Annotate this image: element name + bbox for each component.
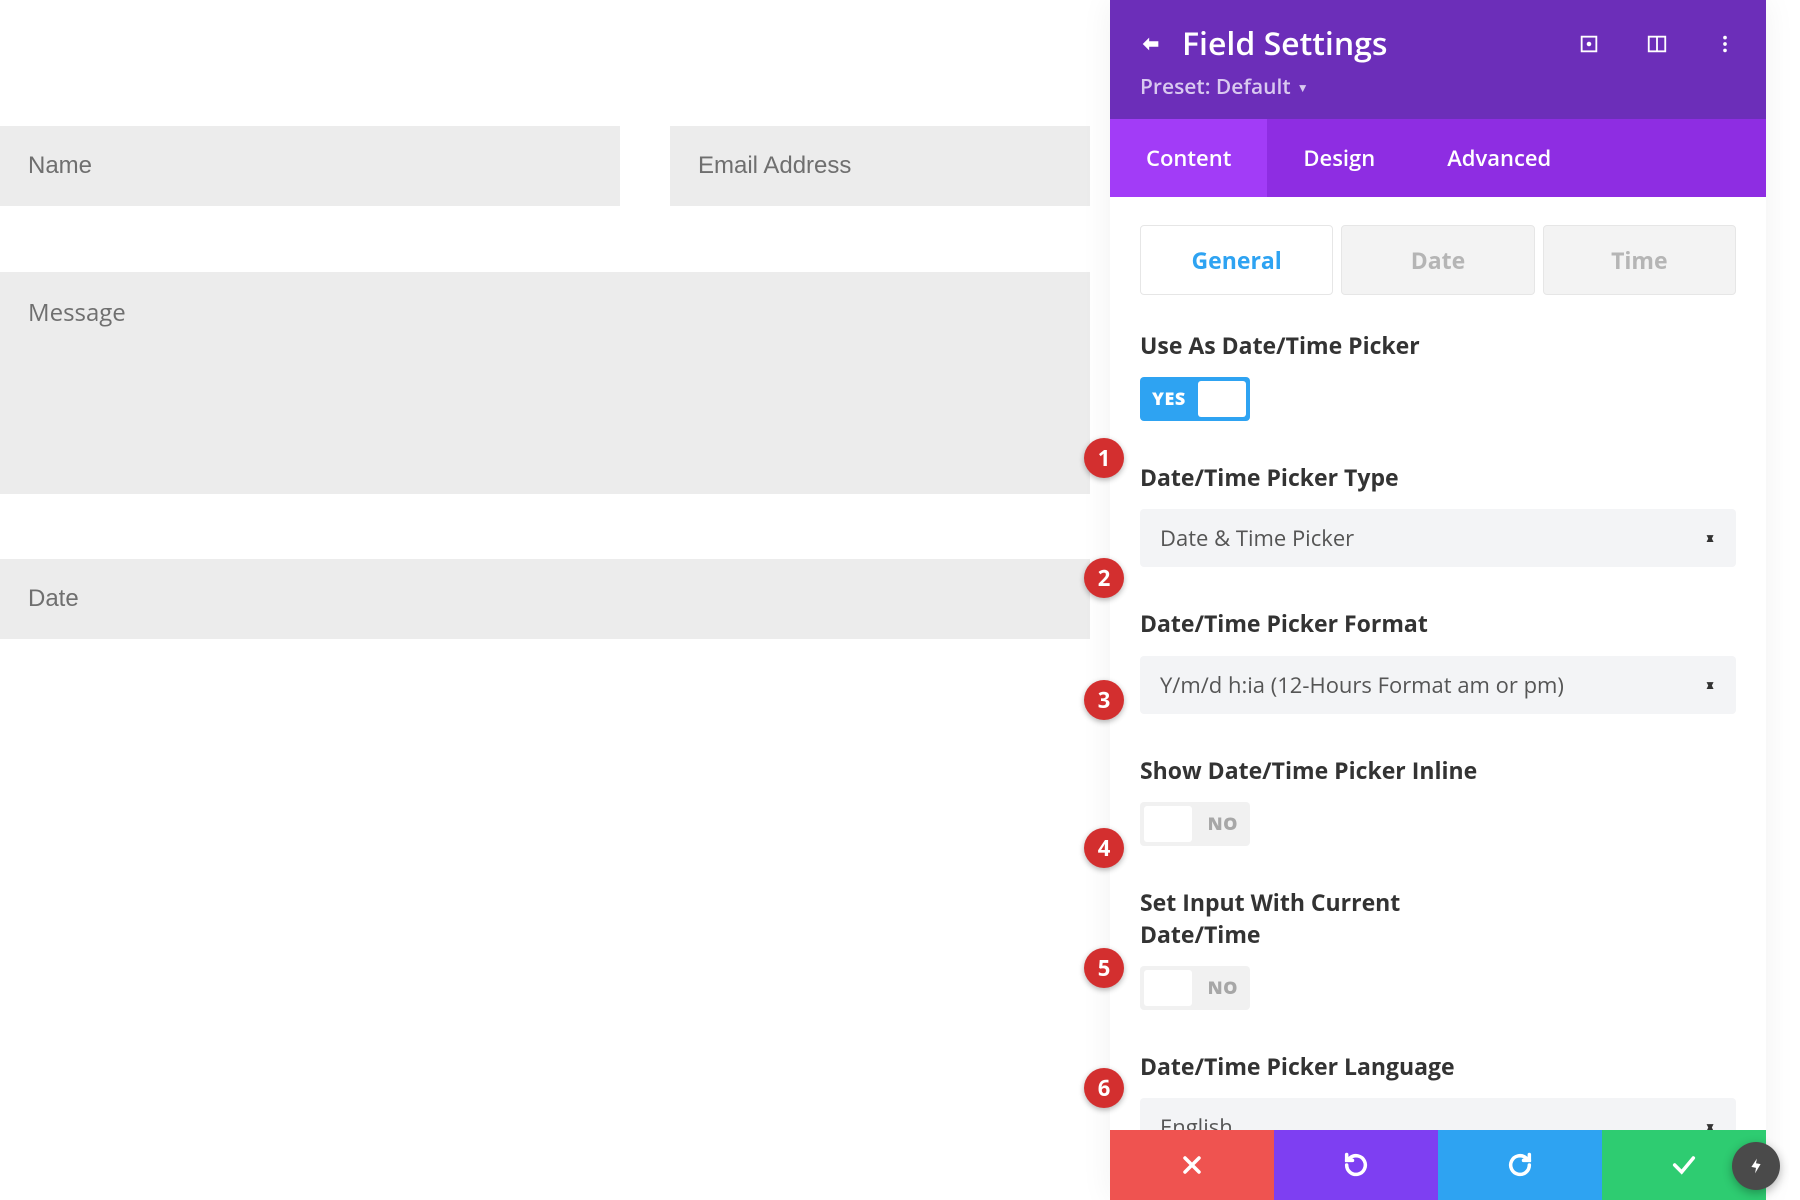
label-set-current: Set Input With Current Date/Time <box>1140 886 1420 950</box>
annotation-badge-3: 3 <box>1084 680 1124 720</box>
back-icon[interactable] <box>1140 33 1162 55</box>
select-value: English <box>1160 1112 1233 1130</box>
tab-design[interactable]: Design <box>1267 119 1411 197</box>
toggle-value: NO <box>1196 976 1250 1000</box>
preset-dropdown[interactable]: Preset: Default ▼ <box>1140 73 1309 101</box>
subtab-time[interactable]: Time <box>1543 225 1736 295</box>
close-button[interactable] <box>1110 1130 1274 1200</box>
expand-icon[interactable] <box>1578 33 1600 55</box>
name-field[interactable] <box>0 126 620 206</box>
toggle-use-as-picker[interactable]: YES <box>1140 377 1250 421</box>
toggle-knob <box>1198 381 1246 417</box>
annotation-badge-6: 6 <box>1084 1068 1124 1108</box>
select-value: Date & Time Picker <box>1160 523 1354 553</box>
tab-advanced[interactable]: Advanced <box>1411 119 1587 197</box>
panel-footer <box>1110 1130 1766 1200</box>
subtab-general[interactable]: General <box>1140 225 1333 295</box>
toggle-set-current[interactable]: NO <box>1140 966 1250 1010</box>
settings-panel: Field Settings Preset: Default ▼ Content… <box>1110 0 1766 1200</box>
toggle-value: NO <box>1196 812 1250 836</box>
panel-title: Field Settings <box>1182 22 1558 65</box>
snap-icon[interactable] <box>1646 33 1668 55</box>
message-field[interactable] <box>0 272 1090 494</box>
annotation-badge-4: 4 <box>1084 828 1124 868</box>
panel-header: Field Settings Preset: Default ▼ <box>1110 0 1766 119</box>
subtab-date[interactable]: Date <box>1341 225 1534 295</box>
select-language[interactable]: English ▲▼ <box>1140 1098 1736 1130</box>
date-field[interactable] <box>0 559 1090 639</box>
toggle-knob <box>1144 806 1192 842</box>
panel-body: General Date Time Use As Date/Time Picke… <box>1110 197 1766 1130</box>
toggle-value: YES <box>1140 387 1198 411</box>
label-language: Date/Time Picker Language <box>1140 1050 1736 1082</box>
kebab-icon[interactable] <box>1714 33 1736 55</box>
panel-tabs: Content Design Advanced <box>1110 119 1766 197</box>
form-preview <box>0 0 1090 699</box>
annotation-badge-2: 2 <box>1084 558 1124 598</box>
label-show-inline: Show Date/Time Picker Inline <box>1140 754 1736 786</box>
label-picker-format: Date/Time Picker Format <box>1140 607 1736 639</box>
label-picker-type: Date/Time Picker Type <box>1140 461 1736 493</box>
toggle-show-inline[interactable]: NO <box>1140 802 1250 846</box>
select-picker-format[interactable]: Y/m/d h:ia (12-Hours Format am or pm) ▲▼ <box>1140 656 1736 714</box>
help-button[interactable] <box>1732 1142 1780 1190</box>
annotation-badge-1: 1 <box>1084 438 1124 478</box>
tab-content[interactable]: Content <box>1110 119 1267 197</box>
caret-down-icon: ▼ <box>1297 79 1309 96</box>
email-field[interactable] <box>670 126 1090 206</box>
select-picker-type[interactable]: Date & Time Picker ▲▼ <box>1140 509 1736 567</box>
annotation-badge-5: 5 <box>1084 948 1124 988</box>
select-value: Y/m/d h:ia (12-Hours Format am or pm) <box>1160 670 1564 700</box>
redo-button[interactable] <box>1438 1130 1602 1200</box>
label-use-as-picker: Use As Date/Time Picker <box>1140 329 1736 361</box>
subtabs: General Date Time <box>1140 225 1736 295</box>
undo-button[interactable] <box>1274 1130 1438 1200</box>
toggle-knob <box>1144 970 1192 1006</box>
preset-label: Preset: Default <box>1140 73 1291 101</box>
